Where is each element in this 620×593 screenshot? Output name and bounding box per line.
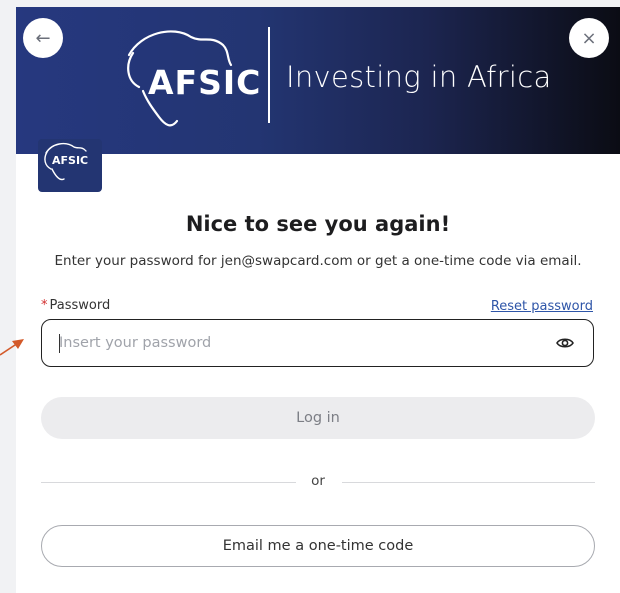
password-input[interactable] bbox=[57, 328, 531, 358]
divider-left bbox=[41, 482, 296, 483]
password-label-text: Password bbox=[49, 298, 111, 313]
divider-or-text: or bbox=[311, 473, 325, 489]
annotation-arrow-icon bbox=[0, 339, 24, 356]
close-icon: × bbox=[581, 27, 597, 49]
text-cursor bbox=[59, 334, 60, 353]
divider-right bbox=[342, 482, 595, 483]
eye-icon[interactable] bbox=[555, 334, 575, 352]
required-marker: * bbox=[41, 298, 48, 313]
event-logo-thumbnail: AFSIC bbox=[38, 139, 102, 192]
log-in-button[interactable]: Log in bbox=[41, 397, 595, 439]
event-banner: AFSIC Investing in Africa ← × bbox=[16, 7, 620, 154]
event-logo-text: AFSIC bbox=[52, 154, 89, 167]
brand-logo-text: AFSIC bbox=[148, 63, 262, 102]
login-modal: AFSIC Investing in Africa ← × AFSIC Nice… bbox=[16, 7, 620, 593]
email-one-time-code-button[interactable]: Email me a one-time code bbox=[41, 525, 595, 567]
page-title: Nice to see you again! bbox=[185, 212, 451, 236]
password-label: * Password bbox=[41, 298, 110, 313]
back-button[interactable]: ← bbox=[23, 18, 63, 58]
banner-tagline: Investing in Africa bbox=[286, 60, 552, 94]
close-button[interactable]: × bbox=[569, 18, 609, 58]
password-field[interactable] bbox=[41, 319, 594, 367]
arrow-left-icon: ← bbox=[35, 27, 51, 49]
login-instructions: Enter your password for jen@swapcard.com… bbox=[54, 253, 582, 269]
banner-divider bbox=[268, 27, 270, 123]
reset-password-link[interactable]: Reset password bbox=[491, 299, 593, 314]
